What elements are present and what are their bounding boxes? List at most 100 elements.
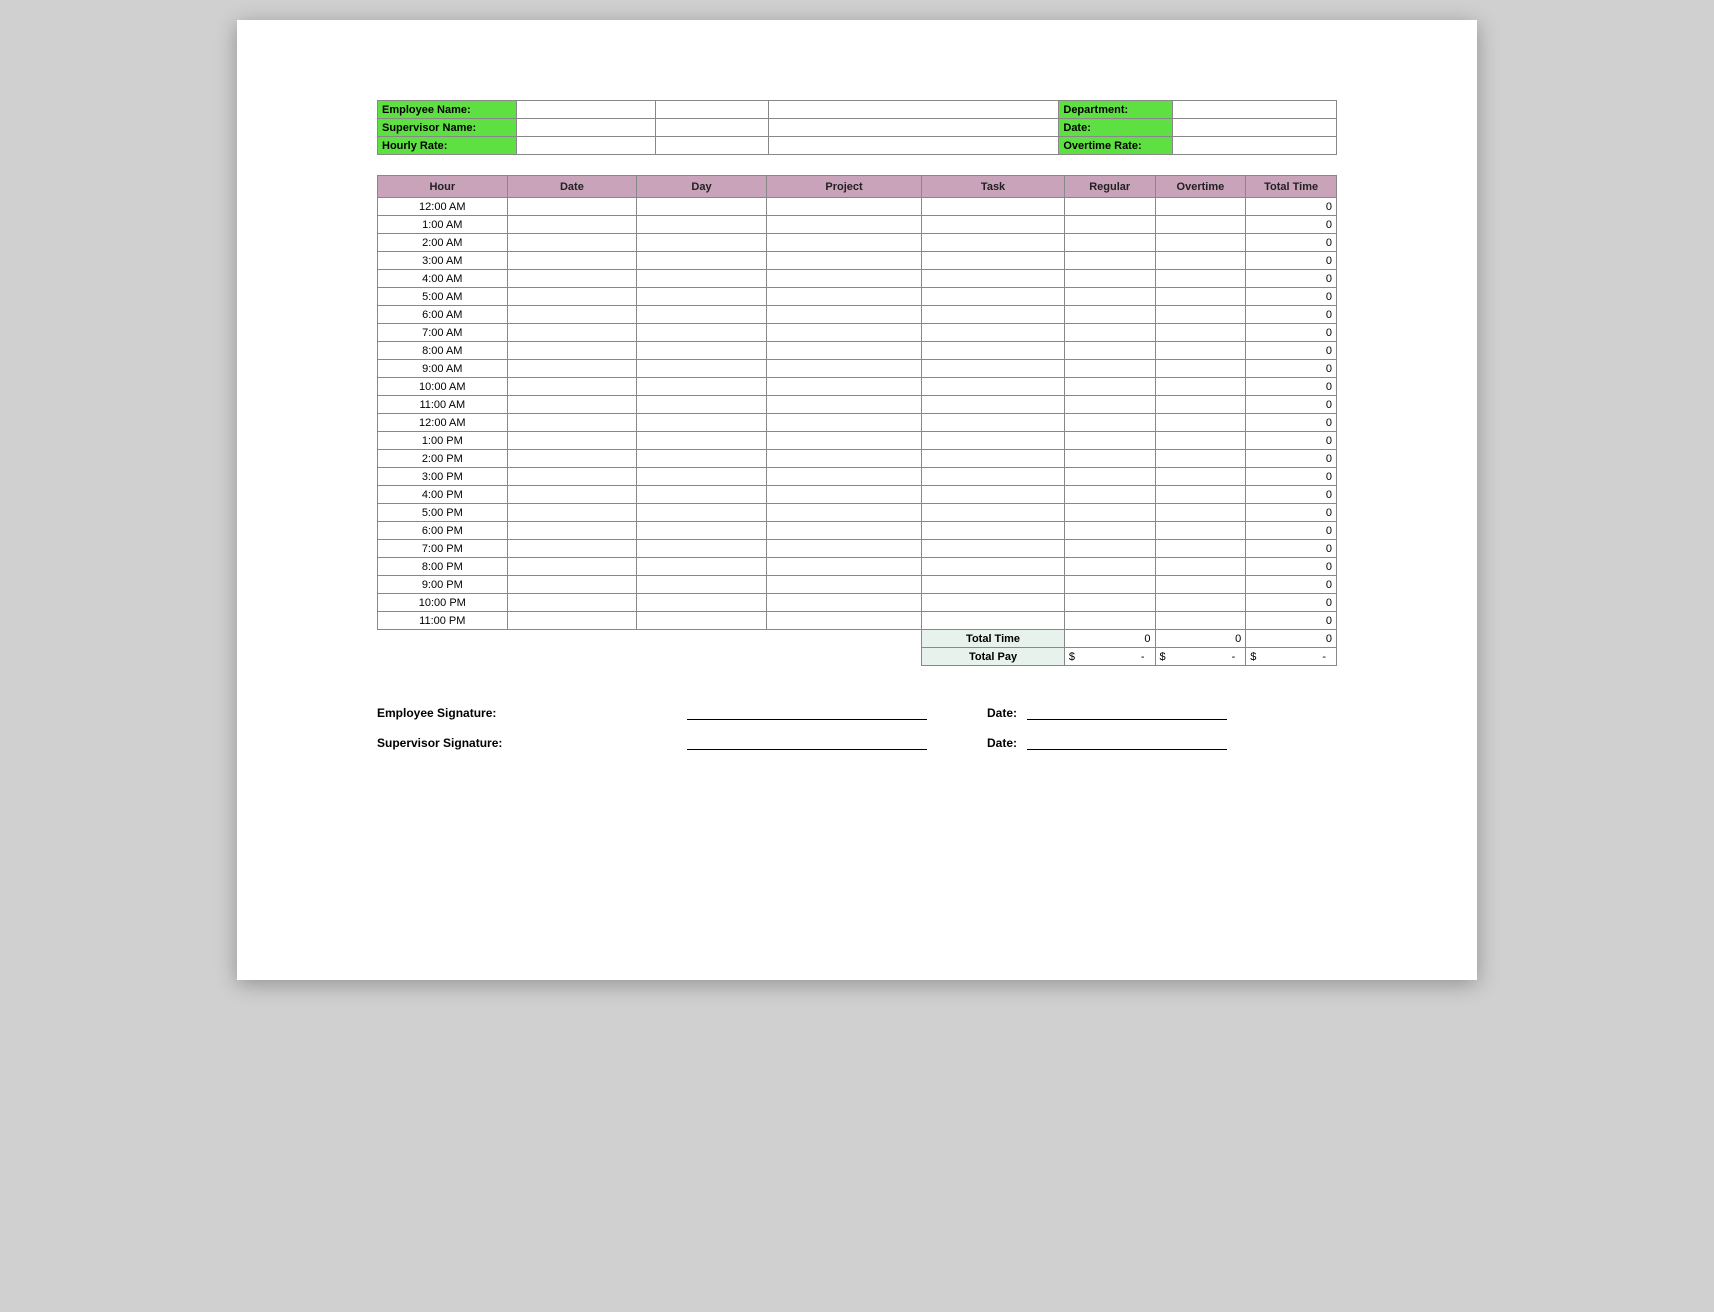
department-field[interactable] (1172, 101, 1336, 119)
day-cell[interactable] (637, 468, 767, 486)
regular-cell[interactable] (1064, 270, 1155, 288)
project-cell[interactable] (766, 540, 922, 558)
overtime-cell[interactable] (1155, 558, 1246, 576)
project-cell[interactable] (766, 270, 922, 288)
date-cell[interactable] (507, 396, 637, 414)
employee-sig-date-line[interactable] (1027, 706, 1227, 720)
task-cell[interactable] (922, 270, 1065, 288)
project-cell[interactable] (766, 378, 922, 396)
regular-cell[interactable] (1064, 342, 1155, 360)
employee-name-field-a[interactable] (516, 101, 655, 119)
regular-cell[interactable] (1064, 612, 1155, 630)
day-cell[interactable] (637, 558, 767, 576)
regular-cell[interactable] (1064, 360, 1155, 378)
date-cell[interactable] (507, 576, 637, 594)
regular-cell[interactable] (1064, 216, 1155, 234)
overtime-cell[interactable] (1155, 540, 1246, 558)
task-cell[interactable] (922, 198, 1065, 216)
task-cell[interactable] (922, 252, 1065, 270)
regular-cell[interactable] (1064, 558, 1155, 576)
task-cell[interactable] (922, 576, 1065, 594)
project-cell[interactable] (766, 396, 922, 414)
project-cell[interactable] (766, 504, 922, 522)
overtime-cell[interactable] (1155, 450, 1246, 468)
overtime-cell[interactable] (1155, 324, 1246, 342)
task-cell[interactable] (922, 450, 1065, 468)
regular-cell[interactable] (1064, 432, 1155, 450)
hourly-rate-field-c[interactable] (769, 137, 1059, 155)
date-cell[interactable] (507, 594, 637, 612)
date-cell[interactable] (507, 288, 637, 306)
day-cell[interactable] (637, 612, 767, 630)
date-cell[interactable] (507, 450, 637, 468)
regular-cell[interactable] (1064, 504, 1155, 522)
overtime-cell[interactable] (1155, 252, 1246, 270)
project-cell[interactable] (766, 612, 922, 630)
project-cell[interactable] (766, 450, 922, 468)
day-cell[interactable] (637, 576, 767, 594)
hourly-rate-field-a[interactable] (516, 137, 655, 155)
regular-cell[interactable] (1064, 522, 1155, 540)
regular-cell[interactable] (1064, 450, 1155, 468)
regular-cell[interactable] (1064, 414, 1155, 432)
date-cell[interactable] (507, 558, 637, 576)
day-cell[interactable] (637, 522, 767, 540)
overtime-cell[interactable] (1155, 270, 1246, 288)
employee-name-field-c[interactable] (769, 101, 1059, 119)
project-cell[interactable] (766, 216, 922, 234)
overtime-cell[interactable] (1155, 522, 1246, 540)
project-cell[interactable] (766, 252, 922, 270)
task-cell[interactable] (922, 342, 1065, 360)
date-cell[interactable] (507, 504, 637, 522)
date-cell[interactable] (507, 432, 637, 450)
day-cell[interactable] (637, 198, 767, 216)
regular-cell[interactable] (1064, 234, 1155, 252)
task-cell[interactable] (922, 378, 1065, 396)
employee-signature-line[interactable] (687, 706, 927, 720)
project-cell[interactable] (766, 414, 922, 432)
date-cell[interactable] (507, 342, 637, 360)
task-cell[interactable] (922, 504, 1065, 522)
overtime-cell[interactable] (1155, 234, 1246, 252)
overtime-cell[interactable] (1155, 414, 1246, 432)
day-cell[interactable] (637, 414, 767, 432)
overtime-cell[interactable] (1155, 594, 1246, 612)
day-cell[interactable] (637, 432, 767, 450)
day-cell[interactable] (637, 234, 767, 252)
task-cell[interactable] (922, 486, 1065, 504)
day-cell[interactable] (637, 288, 767, 306)
regular-cell[interactable] (1064, 198, 1155, 216)
task-cell[interactable] (922, 468, 1065, 486)
date-cell[interactable] (507, 468, 637, 486)
overtime-cell[interactable] (1155, 360, 1246, 378)
day-cell[interactable] (637, 216, 767, 234)
overtime-cell[interactable] (1155, 468, 1246, 486)
task-cell[interactable] (922, 234, 1065, 252)
task-cell[interactable] (922, 594, 1065, 612)
project-cell[interactable] (766, 486, 922, 504)
task-cell[interactable] (922, 306, 1065, 324)
day-cell[interactable] (637, 324, 767, 342)
project-cell[interactable] (766, 342, 922, 360)
task-cell[interactable] (922, 216, 1065, 234)
overtime-rate-field[interactable] (1172, 137, 1336, 155)
date-field[interactable] (1172, 119, 1336, 137)
regular-cell[interactable] (1064, 594, 1155, 612)
task-cell[interactable] (922, 324, 1065, 342)
supervisor-signature-line[interactable] (687, 736, 927, 750)
day-cell[interactable] (637, 306, 767, 324)
overtime-cell[interactable] (1155, 396, 1246, 414)
date-cell[interactable] (507, 306, 637, 324)
overtime-cell[interactable] (1155, 288, 1246, 306)
date-cell[interactable] (507, 234, 637, 252)
date-cell[interactable] (507, 540, 637, 558)
project-cell[interactable] (766, 288, 922, 306)
date-cell[interactable] (507, 252, 637, 270)
overtime-cell[interactable] (1155, 576, 1246, 594)
project-cell[interactable] (766, 306, 922, 324)
regular-cell[interactable] (1064, 288, 1155, 306)
hourly-rate-field-b[interactable] (655, 137, 769, 155)
regular-cell[interactable] (1064, 576, 1155, 594)
overtime-cell[interactable] (1155, 216, 1246, 234)
day-cell[interactable] (637, 342, 767, 360)
